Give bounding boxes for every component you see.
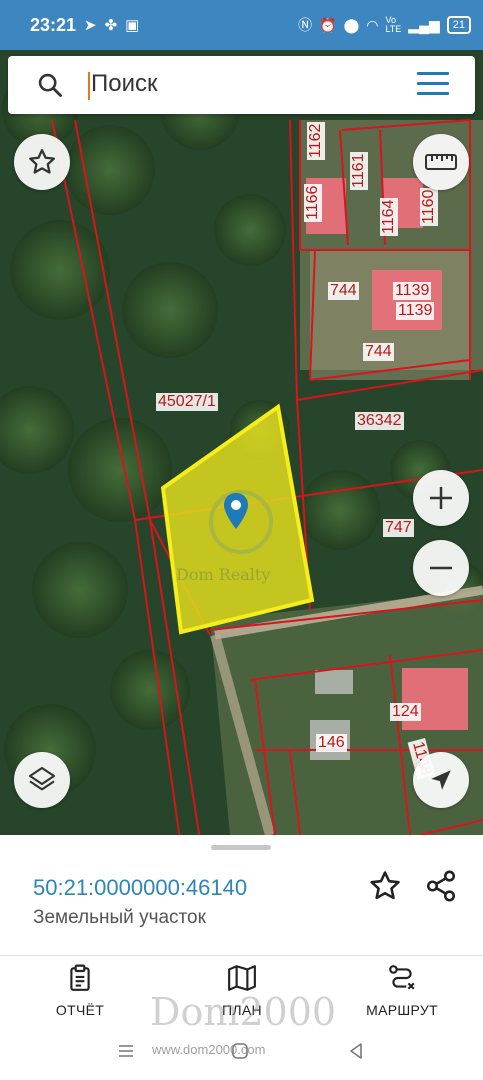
signal-icon: ▂▄▆ [408,16,440,33]
route-icon [389,965,415,990]
alarm-icon: ⏰ [319,16,337,33]
hamburger-menu-icon[interactable] [417,72,449,96]
back-icon[interactable] [347,1042,365,1060]
parcel-label[interactable]: 1164 [380,197,398,236]
parcel-label[interactable]: 124 [390,703,421,721]
star-outline-icon [29,149,55,174]
parcel-label[interactable]: 45027/1 [156,393,218,411]
nfc-icon: Ⓝ [298,17,313,33]
parcel-label[interactable]: 747 [383,519,414,537]
parcel-label[interactable]: 1162 [307,121,325,160]
status-bar: 23:21 ➤ ✤ ▣ Ⓝ ⏰ ⬤ ◠ Vo LTE ▂▄▆ 21 [0,0,483,50]
cadastral-number[interactable]: 50:21:0000000:46140 [33,875,247,901]
divider [0,955,483,956]
recent-apps-icon[interactable] [117,1042,135,1060]
search-bar[interactable]: Поиск [8,56,475,114]
status-time: 23:21 [30,15,77,35]
message-icon: ▣ [125,17,140,34]
star-outline-icon[interactable] [368,869,402,903]
search-input[interactable]: Поиск [91,70,158,98]
ruler-button[interactable] [413,134,469,190]
navigation-arrow-icon [431,770,451,790]
watermark-url: www.dom2000.com [152,1042,266,1057]
zoom-in-button[interactable] [413,470,469,526]
layers-button[interactable] [14,752,70,808]
minus-icon [430,566,452,570]
parcel-label[interactable]: 1139 [393,282,432,300]
parcel-label[interactable]: 744 [328,282,359,300]
tab-route[interactable]: МАРШРУТ [342,964,462,1018]
parcel-label[interactable]: 146 [316,734,347,752]
zoom-out-button[interactable] [413,540,469,596]
location-icon: ⬤ [343,16,360,33]
wifi-icon: ◠ [366,16,379,33]
parcel-label[interactable]: 1139 [396,302,435,320]
share-icon[interactable] [424,869,458,903]
search-icon[interactable] [36,71,64,99]
object-type: Земельный участок [33,907,206,928]
battery-indicator: 21 [446,16,471,34]
parcel-label[interactable]: 1166 [304,183,322,222]
sheet-drag-handle[interactable] [211,845,271,850]
favorites-button[interactable] [14,134,70,190]
my-location-button[interactable] [413,752,469,808]
watermark-logo: Dom2000 [150,990,337,1034]
parcel-label[interactable]: 36342 [355,412,404,430]
object-info-sheet[interactable]: 50:21:0000000:46140 Земельный участок [0,835,483,957]
svg-text:Dom Realty: Dom Realty [176,565,270,584]
fan-icon: ✤ [104,17,118,34]
parcel-label[interactable]: 744 [363,343,394,361]
tab-report[interactable]: ОТЧЁТ [20,964,140,1018]
parcel-label[interactable]: 1160 [420,187,438,226]
telegram-icon: ➤ [84,17,97,34]
map-icon [228,965,256,991]
text-cursor [88,72,90,100]
map-view[interactable]: Dom Realty 1162 1166 1161 1164 1160 744 … [0,50,483,835]
ruler-icon [425,154,457,170]
location-pin-icon[interactable] [224,493,248,529]
plus-icon [430,487,452,509]
parcel-label[interactable]: 1161 [350,151,368,190]
tab-route-label: МАРШРУТ [366,1002,438,1018]
clipboard-icon [70,964,90,991]
tab-report-label: ОТЧЁТ [55,1002,105,1018]
volte-icon: Vo LTE [385,15,402,34]
layers-icon [28,766,56,791]
